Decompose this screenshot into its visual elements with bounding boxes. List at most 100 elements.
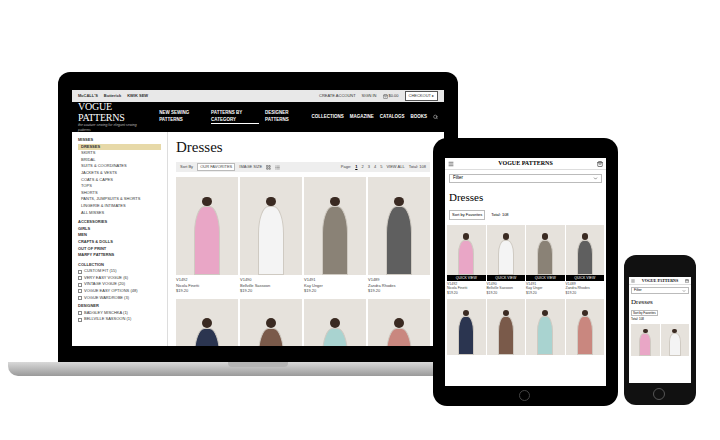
- product-photo[interactable]: [566, 225, 605, 275]
- filter-option[interactable]: VOGUE WARDROBE (3): [78, 295, 161, 302]
- page-link[interactable]: 1: [355, 164, 357, 170]
- sidebar-category[interactable]: GIRLS: [78, 226, 161, 233]
- filter-option[interactable]: VERY EASY VOGUE (6): [78, 275, 161, 282]
- image-size[interactable]: IMAGE SIZE: [239, 164, 262, 170]
- cart-icon[interactable]: [685, 279, 689, 283]
- product-photo[interactable]: [487, 225, 526, 275]
- quick-view-button[interactable]: QUICK VIEW: [447, 275, 486, 281]
- sidebar-category[interactable]: MEN: [78, 232, 161, 239]
- product-card[interactable]: QUICK VIEWV1490Bellville Sassoon$19.20: [487, 225, 526, 296]
- page-link[interactable]: 3: [368, 164, 370, 170]
- checkbox[interactable]: [78, 283, 82, 287]
- nav-item[interactable]: PATTERNS BY CATEGORY: [211, 110, 259, 125]
- sidebar-item[interactable]: DRESSES: [78, 144, 161, 151]
- page-link[interactable]: 2: [361, 164, 363, 170]
- product-grid: QUICK VIEWV1492Nicola Finetti$19.20QUICK…: [445, 225, 606, 356]
- product-photo[interactable]: [631, 324, 660, 356]
- sort-select[interactable]: OUR FAVORITES: [197, 163, 235, 171]
- product-photo[interactable]: [240, 299, 302, 347]
- quick-view-button[interactable]: QUICK VIEW: [526, 275, 565, 281]
- filter-option[interactable]: CUSTOM FIT (15): [78, 268, 161, 275]
- logo[interactable]: VOGUE PATTERNS: [642, 278, 678, 284]
- product-photo[interactable]: [368, 299, 430, 347]
- account-link[interactable]: SIGN IN: [362, 93, 377, 99]
- filter-select[interactable]: Filter: [449, 174, 602, 183]
- logo[interactable]: VOGUE PATTERNS: [498, 159, 553, 168]
- page-link[interactable]: 5: [380, 164, 382, 170]
- product-photo[interactable]: [176, 299, 238, 347]
- brand-link[interactable]: McCALL'S: [78, 93, 98, 99]
- filter-option[interactable]: VINTAGE VOGUE (20): [78, 281, 161, 288]
- product-photo[interactable]: [661, 324, 690, 356]
- filter-option[interactable]: BADGLEY MISCHKA (1): [78, 310, 161, 317]
- checkbox[interactable]: [78, 296, 82, 300]
- nav-item[interactable]: BOOKS: [410, 114, 427, 121]
- checkbox[interactable]: [78, 318, 82, 322]
- sidebar-category[interactable]: OUT OF PRINT: [78, 246, 161, 253]
- filter-option[interactable]: BELLVILLE SASSOON (1): [78, 316, 161, 323]
- nav-item[interactable]: MAGAZINE: [350, 114, 374, 121]
- product-photo[interactable]: [566, 299, 605, 355]
- sidebar-category[interactable]: MARFY PATTERNS: [78, 252, 161, 259]
- filter-select[interactable]: Filter: [631, 287, 689, 294]
- cart-icon[interactable]: [597, 161, 603, 167]
- sidebar-item[interactable]: TOPS: [78, 183, 161, 190]
- product-card[interactable]: QUICK VIEWV1489Zandra Rhodes$19.20: [566, 225, 605, 296]
- brand-link[interactable]: Butterick: [104, 93, 121, 99]
- product-photo[interactable]: [368, 177, 430, 275]
- checkbox[interactable]: [78, 270, 82, 274]
- sort-select[interactable]: Sort by Favorites: [449, 210, 485, 220]
- search-icon[interactable]: [433, 114, 438, 120]
- account-link[interactable]: CREATE ACCOUNT: [319, 93, 356, 99]
- list-view-icon[interactable]: [275, 165, 280, 170]
- nav-item[interactable]: DESIGNER PATTERNS: [265, 110, 306, 124]
- sidebar-item[interactable]: ALL MISSES: [78, 210, 161, 217]
- product-card[interactable]: V1490Bellville Sassoon$19.20: [240, 177, 302, 294]
- product-card[interactable]: QUICK VIEWV1491Kay Unger$19.20: [526, 225, 565, 296]
- product-photo[interactable]: [176, 177, 238, 275]
- product-photo[interactable]: [304, 299, 366, 347]
- page-link[interactable]: 4: [374, 164, 376, 170]
- product-card[interactable]: V1491Kay Unger$19.20: [304, 177, 366, 294]
- home-button[interactable]: [653, 388, 665, 400]
- sidebar-item[interactable]: PANTS, JUMPSUITS & SHORTS: [78, 196, 161, 203]
- logo[interactable]: VOGUE PATTERNSthe couture sewing for ele…: [78, 101, 147, 134]
- menu-icon[interactable]: [631, 279, 635, 283]
- sort-select[interactable]: Sort by Favorites: [631, 310, 658, 317]
- nav-item[interactable]: CATALOGS: [380, 114, 405, 121]
- menu-icon[interactable]: [448, 161, 454, 167]
- checkbox[interactable]: [78, 289, 82, 293]
- sidebar-item[interactable]: SUITS & COORDINATES: [78, 163, 161, 170]
- product-photo[interactable]: [526, 299, 565, 355]
- sidebar-item[interactable]: COATS & CAPES: [78, 177, 161, 184]
- nav-item[interactable]: COLLECTIONS: [312, 114, 344, 121]
- product-photo[interactable]: [487, 299, 526, 355]
- home-button[interactable]: [519, 390, 530, 401]
- quick-view-button[interactable]: QUICK VIEW: [487, 275, 526, 281]
- product-photo[interactable]: [526, 225, 565, 275]
- nav-item[interactable]: NEW SEWING PATTERNS: [159, 110, 205, 124]
- sidebar-category[interactable]: ACCESSORIES: [78, 219, 161, 226]
- checkbox[interactable]: [78, 311, 82, 315]
- brand-link[interactable]: KWIK SEW: [127, 93, 148, 99]
- sidebar-item[interactable]: BRIDAL: [78, 157, 161, 164]
- checkout-button[interactable]: CHECKOUT ▸: [405, 91, 438, 101]
- view-all[interactable]: VIEW ALL: [386, 164, 404, 170]
- sidebar-item[interactable]: SKIRTS: [78, 150, 161, 157]
- product-photo[interactable]: [240, 177, 302, 275]
- product-card[interactable]: V1492Nicola Finetti$19.20: [176, 177, 238, 294]
- product-card[interactable]: V1489Zandra Rhodes$19.20: [368, 177, 430, 294]
- product-photo[interactable]: [447, 225, 486, 275]
- sidebar-category[interactable]: CRAFTS & DOLLS: [78, 239, 161, 246]
- sidebar-item[interactable]: SHORTS: [78, 190, 161, 197]
- product-card[interactable]: QUICK VIEWV1492Nicola Finetti$19.20: [447, 225, 486, 296]
- sidebar-item[interactable]: JACKETS & VESTS: [78, 170, 161, 177]
- grid-view-icon[interactable]: [266, 165, 271, 170]
- product-photo[interactable]: [304, 177, 366, 275]
- checkbox[interactable]: [78, 276, 82, 280]
- sidebar-item[interactable]: LINGERIE & INTIMATES: [78, 203, 161, 210]
- quick-view-button[interactable]: QUICK VIEW: [566, 275, 605, 281]
- product-photo[interactable]: [447, 299, 486, 355]
- cart[interactable]: $0.00: [383, 93, 399, 99]
- filter-option[interactable]: VOGUE EASY OPTIONS (48): [78, 288, 161, 295]
